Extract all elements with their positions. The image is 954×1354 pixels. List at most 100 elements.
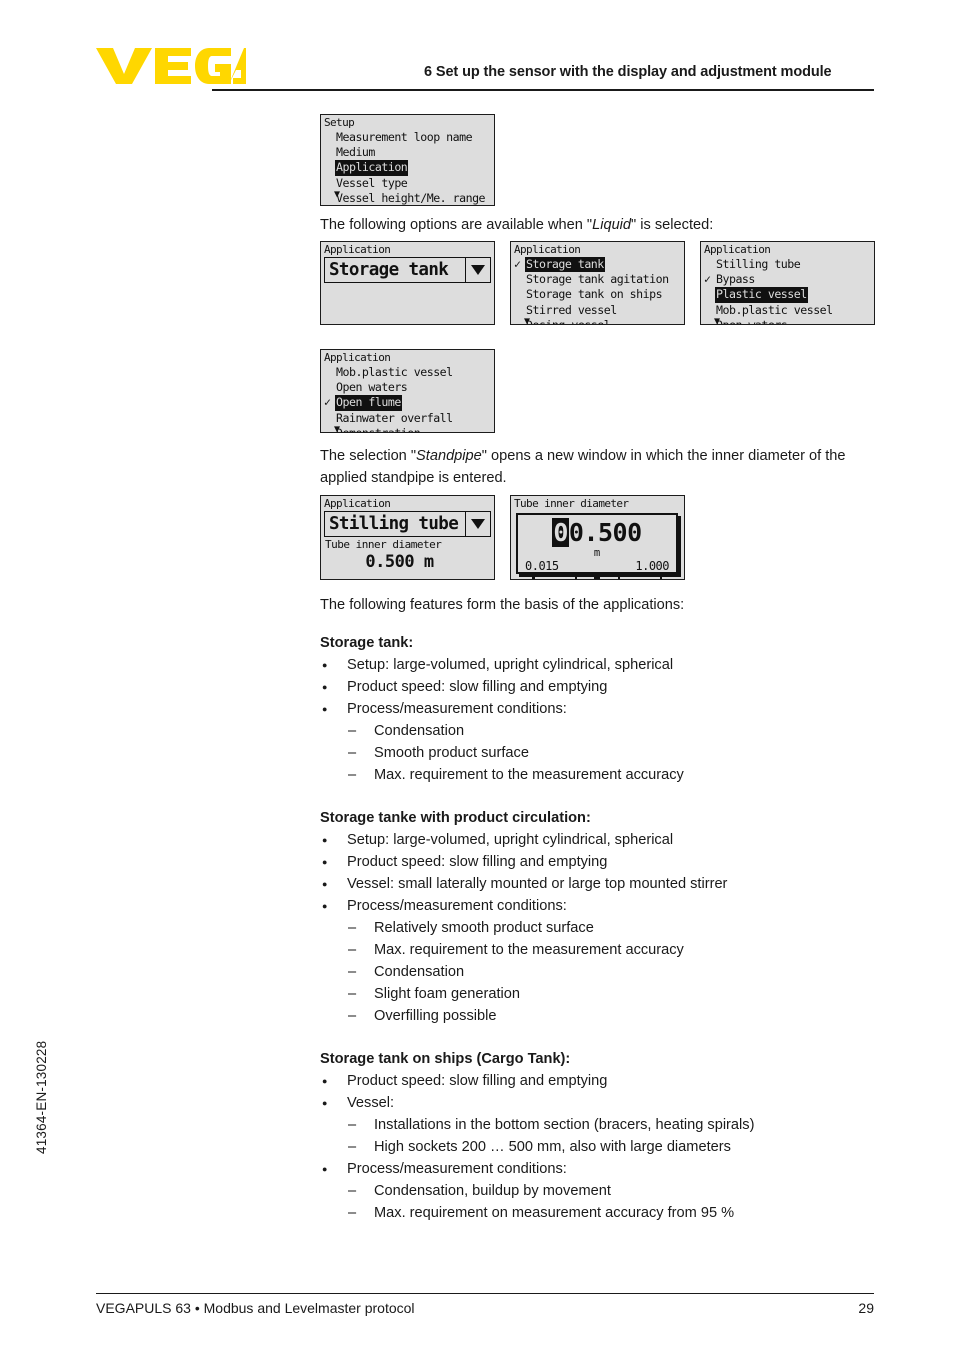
lcd-menu-item-label: Rainwater overfall — [336, 410, 453, 425]
lcd-menu-item-label: Mob.plastic vessel — [716, 302, 833, 317]
list-item: Process/measurement conditions: — [320, 1158, 890, 1180]
unit-label: m — [593, 547, 601, 559]
application-select-value: Stilling tube — [329, 514, 459, 534]
scroll-down-icon[interactable]: ▼ — [334, 190, 340, 200]
slider-track — [532, 579, 662, 580]
lcd-menu-item-label: Demonstration — [336, 425, 421, 433]
lcd-menu-item-label: Stilling tube — [716, 257, 801, 271]
sub-list-item: Condensation — [320, 961, 890, 983]
lcd-menu-item[interactable]: Stilling tube — [704, 257, 874, 272]
application-select-value: Storage tank — [329, 260, 449, 280]
lcd-menu-item[interactable]: Demonstration — [324, 425, 494, 433]
application-select[interactable]: Stilling tube — [324, 511, 491, 537]
lcd-menu-item-label: Vessel height/Me. range — [336, 190, 486, 205]
list-item: Vessel: — [320, 1092, 890, 1114]
chevron-down-icon[interactable] — [465, 512, 490, 536]
lcd-menu-item-label: Application — [335, 160, 409, 176]
sub-list-item: Condensation — [320, 720, 890, 742]
sub-list-item: Max. requirement on measurement accuracy… — [320, 1202, 890, 1224]
lcd-setup-menu: Setup Measurement loop name Medium Applica… — [320, 114, 495, 206]
lcd-menu-item-label: Open flume — [335, 395, 402, 411]
slider-tick — [659, 574, 662, 579]
list-item: Setup: large-volumed, upright cylindrica… — [320, 654, 890, 676]
range-labels: 0.015 1.000 — [518, 559, 676, 573]
section-heading-storage-tank-ships: Storage tank on ships (Cargo Tank): — [320, 1051, 571, 1067]
lcd-menu-item[interactable]: Medium — [324, 145, 494, 160]
text-b: " is selected: — [631, 217, 714, 233]
lcd-menu-list: ✓ Storage tank Storage tank agitation Stora… — [511, 257, 684, 325]
lcd-menu-item[interactable]: ✓ Bypass — [704, 272, 874, 287]
lcd-menu-item[interactable]: Stirred vessel — [514, 303, 684, 318]
section-heading-storage-tank: Storage tank: — [320, 635, 414, 651]
lcd-menu-item[interactable]: ✓ Storage tank — [514, 257, 684, 273]
lcd-menu-item-label: Plastic vessel — [715, 287, 808, 303]
lcd-menu-item-label: Vessel type — [336, 175, 408, 190]
text-a: The selection " — [320, 448, 417, 464]
chevron-down-icon[interactable] — [465, 258, 490, 282]
lcd-title: Setup — [324, 116, 355, 129]
lcd-menu-item[interactable]: Mob.plastic vessel — [704, 303, 874, 318]
sub-list-item: Condensation, buildup by movement — [320, 1180, 890, 1202]
header-divider — [212, 89, 874, 91]
lcd-menu-item-label: Mob.plastic vessel — [336, 365, 453, 379]
list-item: Process/measurement conditions: — [320, 895, 890, 917]
lcd-stilling-tube: Application Stilling tube Tube inner dia… — [320, 495, 495, 580]
lcd-menu-item[interactable]: Open waters — [704, 318, 874, 324]
lcd-menu-item[interactable]: Mob.plastic vessel — [324, 365, 494, 380]
paragraph-standpipe: The selection "Standpipe" opens a new wi… — [320, 445, 884, 489]
vega-logo — [96, 48, 246, 84]
sub-list-item: Max. requirement to the measurement accu… — [320, 939, 890, 961]
lcd-application-list-2: Application Stilling tube ✓ Bypass Plastic … — [700, 241, 875, 325]
lcd-menu-item-label: Storage tank agitation — [526, 272, 669, 287]
sub-list-item: Max. requirement to the measurement accu… — [320, 764, 890, 786]
application-select[interactable]: Storage tank — [324, 257, 491, 283]
check-icon: ✓ — [704, 271, 711, 286]
text-emphasis-liquid: Liquid — [592, 217, 632, 233]
lcd-title: Application — [704, 243, 771, 256]
lcd-tube-diameter-editor: Tube inner diameter 00.500 m 0.015 1.000 — [510, 495, 685, 580]
value-digits: 0.500 — [568, 518, 642, 547]
scroll-down-icon[interactable]: ▼ — [334, 425, 340, 433]
lcd-menu-item[interactable]: Measurement loop name — [324, 130, 494, 145]
sub-list-item: Slight foam generation — [320, 983, 890, 1005]
lcd-menu-item[interactable]: ✓ Open flume — [324, 395, 494, 411]
value-editor-frame: 00.500 m 0.015 1.000 — [516, 513, 678, 579]
scroll-down-icon[interactable]: ▼ — [714, 317, 720, 325]
lcd-menu-list: Stilling tube ✓ Bypass Plastic vessel Mob.pl… — [701, 257, 874, 324]
lcd-title: Tube inner diameter — [514, 497, 629, 510]
section-list-storage-tank: Setup: large-volumed, upright cylindrica… — [320, 654, 890, 787]
section-list-storage-tank-ships: Product speed: slow filling and emptying… — [320, 1070, 890, 1225]
text-a: The following options are available when… — [320, 217, 593, 233]
lcd-menu-item[interactable]: Dosing vessel — [514, 318, 684, 324]
lcd-menu-item[interactable]: Plastic vessel — [704, 287, 874, 303]
lcd-application-list-3: Application Mob.plastic vessel Open water… — [320, 349, 495, 433]
lcd-application-dropdown: Application Storage tank — [320, 241, 495, 325]
lcd-menu-item[interactable]: Vessel height/Me. range — [324, 190, 494, 205]
scroll-down-icon[interactable]: ▼ — [524, 317, 530, 325]
text-emphasis-standpipe: Standpipe — [416, 448, 482, 464]
sub-list-item: Overfilling possible — [320, 1005, 890, 1027]
lcd-title: Application — [324, 243, 391, 256]
list-item: Vessel: small laterally mounted or large… — [320, 873, 890, 895]
list-item: Product speed: slow filling and emptying — [320, 676, 890, 698]
lcd-menu-item[interactable]: Application — [324, 160, 494, 176]
lcd-menu-item[interactable]: Storage tank agitation — [514, 272, 684, 287]
tube-inner-diameter-value: 0.500 m — [365, 552, 434, 572]
page-header: 6 Set up the sensor with the display and… — [0, 0, 954, 100]
section-heading-storage-tank-circulation: Storage tanke with product circulation: — [320, 810, 591, 826]
list-item: Product speed: slow filling and emptying — [320, 851, 890, 873]
tube-diameter-input[interactable]: 00.500 — [518, 518, 676, 547]
lcd-menu-item[interactable]: Vessel type — [324, 176, 494, 191]
lcd-menu-item-label: Storage tank — [525, 257, 605, 273]
lcd-menu-list: Mob.plastic vessel Open waters ✓ Open flume… — [321, 365, 494, 433]
lcd-menu-item[interactable]: Rainwater overfall — [324, 411, 494, 426]
tube-inner-diameter-label: Tube inner diameter — [325, 538, 442, 551]
lcd-menu-item[interactable]: Open waters — [324, 380, 494, 395]
range-min-label: 0.015 — [525, 559, 559, 573]
slider-knob[interactable] — [594, 574, 601, 579]
lcd-menu-item[interactable]: Storage tank on ships — [514, 287, 684, 302]
slider-tick — [532, 574, 535, 579]
lcd-menu-list: Measurement loop name Medium Application Ve… — [321, 130, 494, 205]
lcd-menu-item-label: Stirred vessel — [526, 302, 617, 317]
value-slider[interactable] — [532, 574, 662, 580]
